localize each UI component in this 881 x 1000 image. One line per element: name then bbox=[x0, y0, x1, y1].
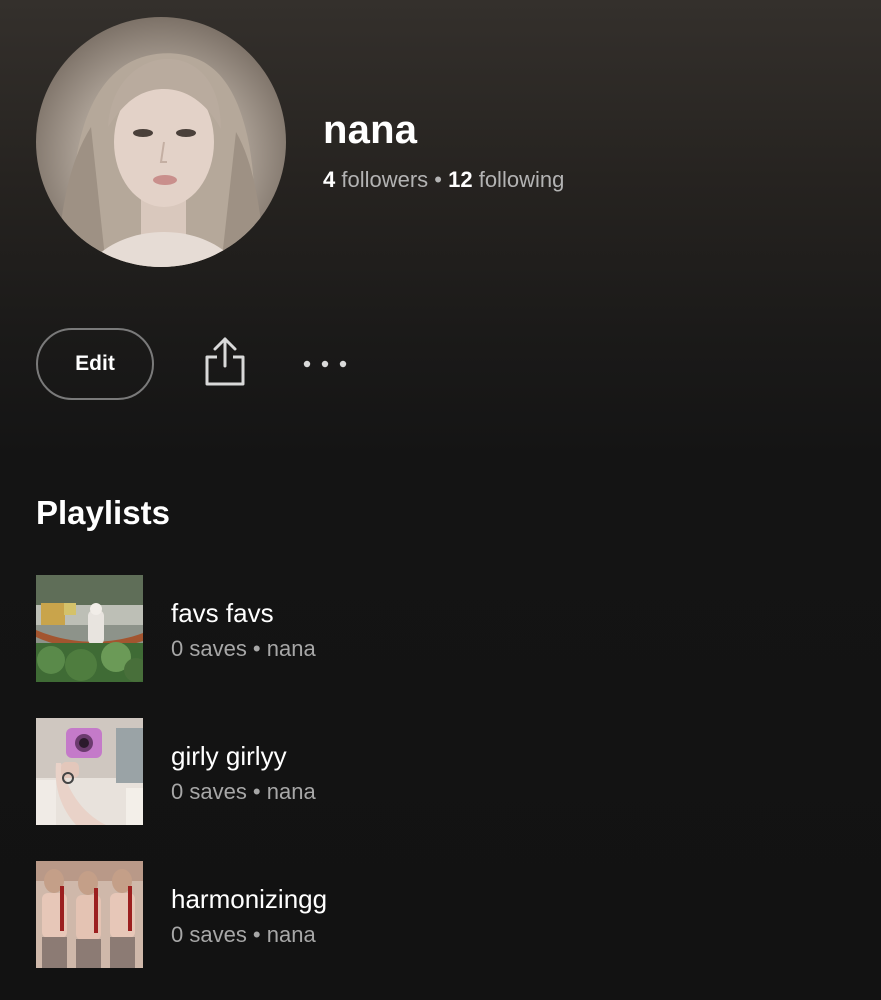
share-button[interactable] bbox=[200, 334, 250, 390]
profile-avatar[interactable] bbox=[36, 17, 286, 267]
edit-profile-button[interactable]: Edit bbox=[36, 328, 154, 400]
stats-separator: • bbox=[428, 167, 449, 192]
playlist-cover bbox=[36, 575, 143, 682]
more-options-button[interactable] bbox=[300, 350, 350, 378]
followers-count[interactable]: 4 bbox=[323, 167, 335, 192]
following-label[interactable]: following bbox=[473, 167, 565, 192]
playlist-meta: 0 saves • nana bbox=[171, 922, 316, 947]
more-options-icon bbox=[303, 360, 347, 368]
playlist-cover bbox=[36, 718, 143, 825]
following-count[interactable]: 12 bbox=[448, 167, 472, 192]
playlist-cover bbox=[36, 861, 143, 968]
playlist-meta: 0 saves • nana bbox=[171, 636, 316, 661]
playlist-item[interactable]: favs favs 0 saves • nana bbox=[36, 575, 816, 683]
playlist-cover-image bbox=[36, 861, 143, 968]
playlist-name: girly girlyy bbox=[171, 741, 287, 771]
playlists-section-title: Playlists bbox=[36, 494, 170, 531]
playlist-name: harmonizingg bbox=[171, 884, 328, 914]
followers-label[interactable]: followers bbox=[335, 167, 428, 192]
playlist-name: favs favs bbox=[171, 598, 274, 628]
follow-stats: 4 followers • 12 following bbox=[323, 165, 564, 195]
playlist-item[interactable]: harmonizingg 0 saves • nana bbox=[36, 861, 816, 969]
playlist-meta: 0 saves • nana bbox=[171, 779, 316, 804]
playlist-cover-image bbox=[36, 718, 143, 825]
profile-username: nana bbox=[323, 108, 418, 152]
playlist-item[interactable]: girly girlyy 0 saves • nana bbox=[36, 718, 816, 826]
share-icon bbox=[205, 337, 245, 386]
avatar-image bbox=[56, 53, 266, 267]
playlist-cover-image bbox=[36, 575, 143, 682]
